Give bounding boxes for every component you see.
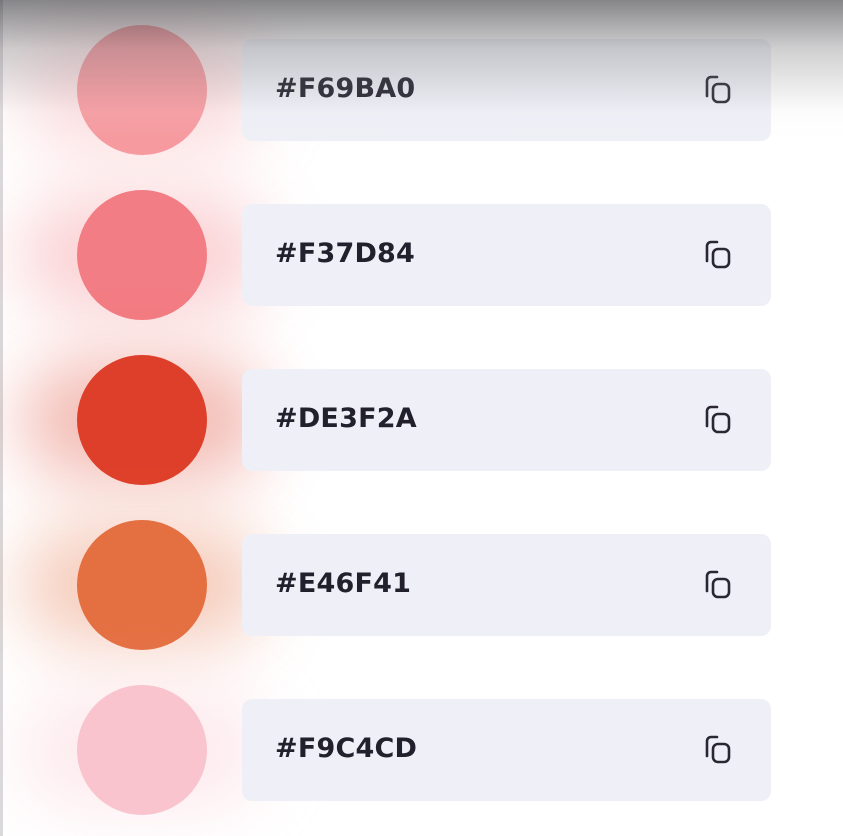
copy-button[interactable] — [696, 71, 736, 111]
copy-icon — [705, 240, 731, 269]
hex-code-card[interactable]: #E46F41 — [242, 534, 771, 636]
copy-button[interactable] — [696, 236, 736, 276]
hex-code-label: #F9C4CD — [275, 733, 418, 764]
color-swatch[interactable] — [77, 25, 207, 155]
copy-button[interactable] — [696, 731, 736, 771]
color-row: #E46F41 — [0, 520, 843, 650]
copy-icon — [705, 735, 731, 764]
color-palette-list: #F69BA0 #F37D84 #DE3F2A #E46F41 #F9C4CD — [0, 0, 843, 836]
color-swatch[interactable] — [77, 190, 207, 320]
hex-code-card[interactable]: #DE3F2A — [242, 369, 771, 471]
color-swatch[interactable] — [77, 685, 207, 815]
copy-button[interactable] — [696, 401, 736, 441]
palette-screen: #F69BA0 #F37D84 #DE3F2A #E46F41 #F9C4CD — [0, 0, 843, 836]
color-swatch[interactable] — [77, 520, 207, 650]
hex-code-label: #F37D84 — [275, 238, 416, 269]
hex-code-label: #DE3F2A — [275, 403, 417, 434]
hex-code-label: #E46F41 — [275, 568, 412, 599]
copy-button[interactable] — [696, 566, 736, 606]
hex-code-card[interactable]: #F9C4CD — [242, 699, 771, 801]
copy-icon — [705, 405, 731, 434]
hex-code-card[interactable]: #F69BA0 — [242, 39, 771, 141]
copy-icon — [705, 570, 731, 599]
copy-icon — [705, 75, 731, 104]
color-row: #F69BA0 — [0, 25, 843, 155]
hex-code-label: #F69BA0 — [275, 73, 416, 104]
color-row: #DE3F2A — [0, 355, 843, 485]
color-row: #F37D84 — [0, 190, 843, 320]
color-swatch[interactable] — [77, 355, 207, 485]
hex-code-card[interactable]: #F37D84 — [242, 204, 771, 306]
color-row: #F9C4CD — [0, 685, 843, 815]
